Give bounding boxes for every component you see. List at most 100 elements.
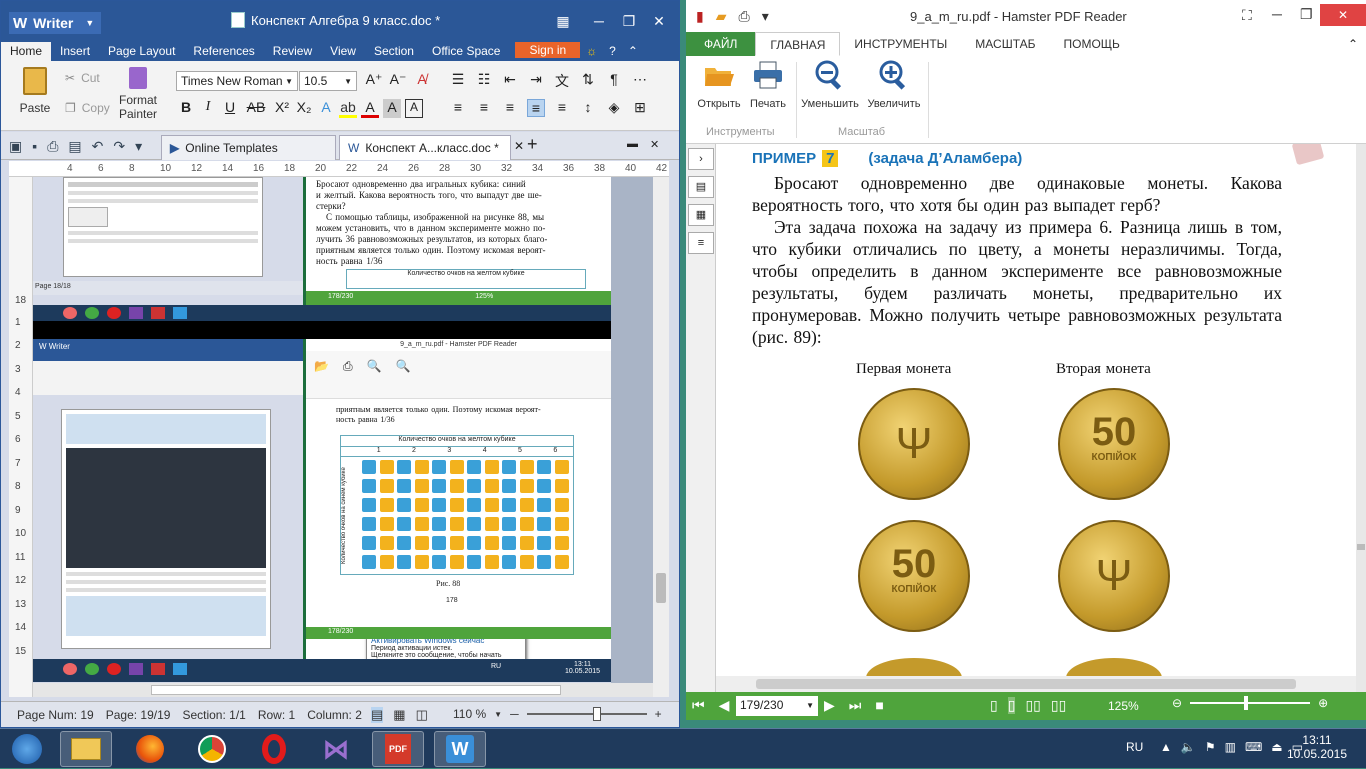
redo-icon[interactable]: ↷ [113,138,125,155]
text-icon[interactable]: ≡ [688,232,714,254]
borders-icon[interactable]: ⊞ [631,99,649,117]
menu-review[interactable]: Review [264,42,321,61]
web-view-icon[interactable]: ▦ [393,707,405,723]
menu-insert[interactable]: Insert [51,42,99,61]
next-page-icon[interactable]: ▶ [824,697,835,714]
align-left-icon[interactable]: ≡ [449,99,467,117]
page-view-icon[interactable]: ▤ [371,707,384,723]
print-icon[interactable]: ⎙ [47,138,58,155]
menu-page-layout[interactable]: Page Layout [99,42,184,61]
font-name-select[interactable]: Times New Roman ▼ [176,71,298,91]
quick-access-menu-icon[interactable]: ▾ [762,8,769,25]
network-icon[interactable]: ▥ [1225,740,1236,754]
justify-icon[interactable]: ≡ [527,99,545,117]
pdf-reader-button[interactable]: PDF [372,731,424,767]
zoom-in-button[interactable]: ⊕ [1318,696,1328,710]
zoom-dropdown-icon[interactable]: ▼ [494,710,502,719]
close-button[interactable]: ✕ [645,7,673,35]
numbering-icon[interactable]: ☷ [475,71,493,91]
pdf-vscroll[interactable] [1356,144,1366,696]
menu-office-space[interactable]: Office Space [423,42,509,61]
menu-home[interactable]: ГЛАВНАЯ [755,32,841,56]
shrink-font-icon[interactable]: A⁻ [389,71,407,88]
grow-font-icon[interactable]: A⁺ [365,71,383,88]
cut-button[interactable]: ✂ Cut [65,71,100,85]
pdf-hscroll[interactable] [716,676,1356,692]
shading-icon[interactable]: ◈ [605,99,623,117]
pdf-vscroll-thumb[interactable] [1357,544,1365,550]
chrome-button[interactable] [186,731,238,767]
fullscreen-icon[interactable]: ⛶ [1242,7,1252,24]
ribbon-collapse-icon[interactable]: ⌃ [622,42,644,61]
menu-help[interactable]: ПОМОЩЬ [1050,32,1134,56]
language-indicator[interactable]: RU [1126,740,1143,754]
zoom-out-button[interactable]: Уменьшить [798,60,862,116]
new-doc-icon[interactable]: ▣ [9,138,22,155]
save-icon[interactable]: ▪ [32,138,37,155]
skin-icon[interactable]: ☼ [580,42,603,61]
single-page-icon[interactable]: ▯ [990,697,998,714]
hscroll-thumb[interactable] [151,685,561,695]
sidebar-expand-icon[interactable]: › [688,148,714,170]
tab-close-icon[interactable]: ✕ [514,139,524,153]
stop-icon[interactable]: ■ [875,697,883,714]
tray-expand-icon[interactable]: ▲ [1160,740,1172,754]
font-size-select[interactable]: 10.5 ▼ [299,71,357,91]
continuous-icon[interactable]: ▯ [1007,697,1016,714]
minimize-button[interactable]: ─ [585,7,613,35]
minimize-button[interactable]: ─ [1272,6,1282,22]
page-number-input[interactable]: 179/230 ▼ [736,696,818,716]
bold-icon[interactable]: B [177,99,195,118]
menu-view[interactable]: View [321,42,365,61]
char-shading-icon[interactable]: A [383,99,401,118]
tab-online-templates[interactable]: ▶ Online Templates [161,135,336,160]
print-button[interactable]: Печать [744,60,792,116]
pdf-hscroll-thumb[interactable] [756,679,1296,689]
prev-page-icon[interactable]: ◀ [719,697,730,714]
start-button[interactable] [4,731,50,767]
close-doc-icon[interactable]: ✕ [650,138,659,151]
decrease-indent-icon[interactable]: ⇤ [501,71,519,91]
zoom-out-button[interactable]: ─ [510,707,519,721]
sign-in-button[interactable]: Sign in [515,42,581,58]
scroll-thumb[interactable] [656,573,666,603]
paste-button[interactable]: Paste [15,67,55,115]
strikethrough-icon[interactable]: AB [243,99,269,118]
first-page-icon[interactable]: ⏮ [692,697,705,714]
clock[interactable]: 13:11 10.05.2015 [1284,733,1350,761]
restore-doc-icon[interactable]: ▬ [627,138,638,151]
new-tab-button[interactable]: + [527,134,538,155]
text-effects-icon[interactable]: A [317,99,335,118]
zoom-slider-thumb[interactable] [592,707,601,721]
zoom-in-button[interactable]: Увеличить [864,60,924,116]
usb-icon[interactable]: ⏏ [1271,740,1282,754]
increase-indent-icon[interactable]: ⇥ [527,71,545,91]
menu-file[interactable]: ФАЙЛ [686,32,756,56]
distribute-icon[interactable]: ≡ [553,99,571,117]
align-right-icon[interactable]: ≡ [501,99,519,117]
bookmarks-icon[interactable]: ▤ [688,176,714,198]
zoom-slider[interactable] [1190,696,1311,710]
menu-references[interactable]: References [184,42,263,61]
vertical-scrollbar[interactable] [653,177,669,697]
tab-document[interactable]: W Конспект А...класс.doc * [339,135,511,160]
menu-home[interactable]: Home [1,42,52,61]
underline-icon[interactable]: U [221,99,239,118]
thumbnails-icon[interactable]: ▦ [688,204,714,226]
open-button[interactable]: Открыть [694,60,744,116]
undo-icon[interactable]: ↶ [92,138,104,155]
explorer-button[interactable] [60,731,112,767]
keyboard-icon[interactable]: ⌨ [1245,740,1262,754]
italic-icon[interactable]: I [199,99,217,118]
zoom-out-button[interactable]: ⊖ [1172,696,1182,710]
layout-icon[interactable]: ▦ [549,7,577,35]
pdf-document-view[interactable]: ПРИМЕР 7 (задача Д’Аламбера) Бросают одн… [716,144,1356,696]
volume-icon[interactable]: 🔈 [1181,740,1196,754]
zoom-slider-thumb[interactable] [1244,696,1249,710]
open-quick-icon[interactable]: ▰ [716,8,727,25]
maximize-button[interactable]: ❐ [615,7,643,35]
two-continuous-icon[interactable]: ▯▯ [1051,697,1066,714]
menu-scale[interactable]: МАСШТАБ [961,32,1049,56]
read-view-icon[interactable]: ◫ [416,707,428,723]
ribbon-collapse-icon[interactable]: ⌃ [1340,32,1366,56]
